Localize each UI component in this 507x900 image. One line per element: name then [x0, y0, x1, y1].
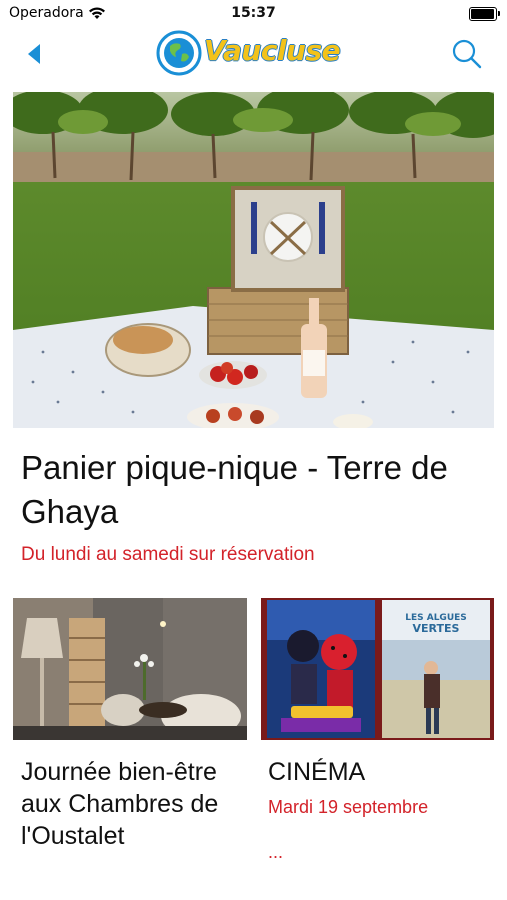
card-title-spa[interactable]: Journée bien-être aux Chambres de l'Oust…: [21, 756, 251, 852]
back-button[interactable]: [18, 36, 54, 72]
cinema-posters: LES ALGUES VERTES: [261, 598, 494, 740]
status-bar: Operadora 15:37: [0, 0, 507, 28]
featured-title[interactable]: Panier pique-nique - Terre de Ghaya: [21, 446, 491, 534]
animated-heroes-poster: [267, 600, 375, 738]
brand-wordmark: Vaucluse: [204, 34, 341, 67]
featured-image[interactable]: [13, 92, 494, 428]
card-title-cinema[interactable]: CINÉMA: [268, 756, 498, 788]
picnic-photo: [13, 92, 494, 428]
search-icon: [452, 39, 482, 69]
card-more-cinema: ...: [268, 842, 284, 862]
clock: 15:37: [231, 5, 276, 21]
card-image-cinema[interactable]: LES ALGUES VERTES: [261, 598, 494, 740]
search-button[interactable]: [449, 36, 485, 72]
battery-icon: [469, 7, 500, 21]
beach-drama-poster: LES ALGUES VERTES: [382, 600, 490, 738]
navigation-bar: Vaucluse: [0, 28, 507, 80]
svg-text:VERTES: VERTES: [413, 622, 460, 635]
card-subtitle-cinema: Mardi 19 septembre: [268, 797, 429, 817]
app-logo: Vaucluse: [156, 30, 356, 76]
globe-logo-icon: [156, 30, 202, 76]
chevron-left-icon: [28, 44, 40, 64]
card-image-spa[interactable]: [13, 598, 247, 740]
featured-subtitle: Du lundi au samedi sur réservation: [21, 544, 315, 565]
spa-photo: [13, 598, 247, 740]
